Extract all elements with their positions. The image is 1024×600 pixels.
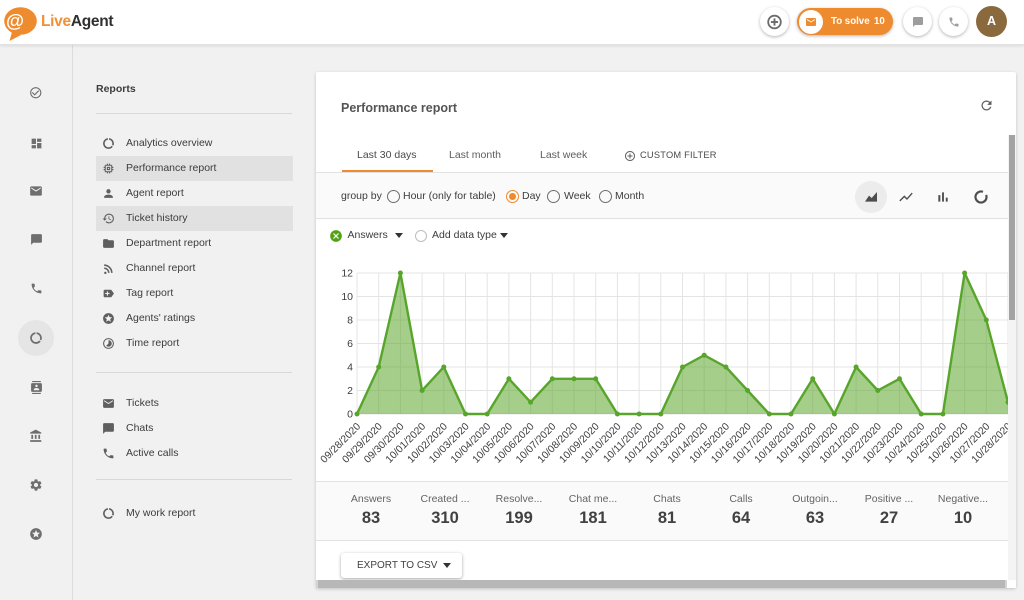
svg-text:2: 2	[347, 385, 353, 397]
svg-text:10: 10	[341, 291, 353, 303]
svg-text:6: 6	[347, 338, 353, 350]
svg-text:4: 4	[347, 362, 353, 374]
svg-text:12: 12	[341, 268, 353, 280]
svg-text:8: 8	[347, 315, 353, 327]
svg-text:@: @	[6, 10, 24, 31]
svg-text:0: 0	[347, 409, 353, 421]
